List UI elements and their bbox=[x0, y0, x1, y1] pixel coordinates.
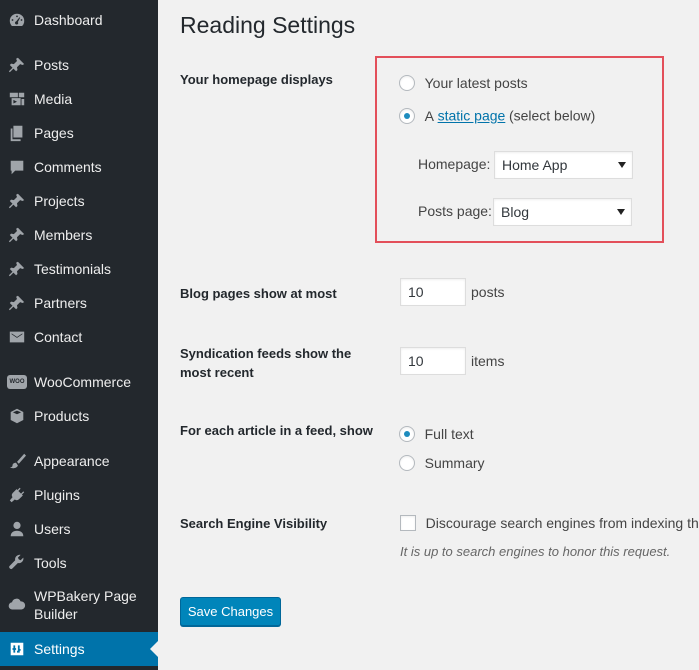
sidebar-item-settings[interactable]: Settings bbox=[0, 632, 158, 666]
settings-main: Reading Settings Your homepage displays … bbox=[158, 0, 699, 670]
user-icon bbox=[0, 512, 34, 546]
save-changes-button[interactable]: Save Changes bbox=[180, 597, 281, 626]
pages-icon bbox=[0, 116, 34, 150]
media-icon bbox=[0, 82, 34, 116]
homepage-select-value: Home App bbox=[502, 157, 568, 173]
posts-page-select-label: Posts page: bbox=[418, 203, 492, 219]
feed-article-label: For each article in a feed, show bbox=[180, 423, 373, 438]
pin-icon bbox=[0, 252, 34, 286]
summary-label: Summary bbox=[424, 454, 485, 471]
sidebar-item-woocommerce[interactable]: WOO WooCommerce bbox=[0, 365, 158, 399]
chevron-down-icon bbox=[617, 209, 625, 215]
sidebar-item-pages[interactable]: Pages bbox=[0, 116, 158, 150]
blog-pages-suffix: posts bbox=[471, 284, 505, 300]
settings-icon bbox=[0, 632, 34, 666]
option-static-page[interactable]: A static page (select below) bbox=[399, 107, 595, 124]
sidebar-item-label: Pages bbox=[34, 125, 74, 141]
cloud-icon bbox=[0, 588, 34, 622]
sidebar-item-dashboard[interactable]: Dashboard bbox=[0, 3, 158, 37]
static-page-link[interactable]: static page bbox=[438, 108, 506, 124]
static-page-radio[interactable] bbox=[399, 107, 415, 124]
sidebar-item-appearance[interactable]: Appearance bbox=[0, 444, 158, 478]
sidebar-item-label: Appearance bbox=[34, 453, 110, 469]
homepage-select[interactable]: Home App bbox=[494, 151, 633, 179]
sidebar-item-users[interactable]: Users bbox=[0, 512, 158, 546]
sidebar-item-members[interactable]: Members bbox=[0, 218, 158, 252]
sidebar-item-contact[interactable]: Contact bbox=[0, 320, 158, 354]
full-text-label: Full text bbox=[424, 425, 474, 442]
sidebar-item-tools[interactable]: Tools bbox=[0, 546, 158, 580]
posts-page-select-value: Blog bbox=[501, 204, 530, 220]
syndication-label: Syndication feeds show the most recent bbox=[180, 346, 352, 380]
blog-pages-label: Blog pages show at most bbox=[180, 286, 337, 301]
sidebar-item-label: Projects bbox=[34, 193, 85, 209]
sidebar-item-label: Users bbox=[34, 521, 71, 537]
sidebar-item-label: Dashboard bbox=[34, 12, 103, 28]
sidebar-item-label: Partners bbox=[34, 295, 87, 311]
sidebar-item-comments[interactable]: Comments bbox=[0, 150, 158, 184]
static-page-suffix: (select below) bbox=[508, 107, 596, 124]
sidebar-item-partners[interactable]: Partners bbox=[0, 286, 158, 320]
discourage-search-label: Discourage search engines from indexing … bbox=[425, 514, 699, 531]
dashboard-icon bbox=[0, 3, 34, 37]
brush-icon bbox=[0, 444, 34, 478]
syndication-input[interactable]: 10 bbox=[400, 347, 466, 375]
search-visibility-label: Search Engine Visibility bbox=[180, 516, 328, 531]
discourage-search-option[interactable]: Discourage search engines from indexing … bbox=[400, 514, 699, 531]
sidebar-item-wpbakery[interactable]: WPBakery Page Builder bbox=[0, 583, 158, 627]
mail-icon bbox=[0, 320, 34, 354]
sidebar-item-label: Settings bbox=[34, 641, 85, 657]
sidebar-item-media[interactable]: Media bbox=[0, 82, 158, 116]
sidebar-item-posts[interactable]: Posts bbox=[0, 48, 158, 82]
pin-icon bbox=[0, 218, 34, 252]
sidebar-item-plugins[interactable]: Plugins bbox=[0, 478, 158, 512]
posts-page-select[interactable]: Blog bbox=[493, 198, 632, 226]
summary-radio[interactable] bbox=[399, 454, 415, 471]
pin-icon bbox=[0, 48, 34, 82]
current-menu-arrow bbox=[150, 641, 158, 657]
discourage-search-checkbox[interactable] bbox=[400, 514, 416, 531]
syndication-suffix: items bbox=[471, 353, 505, 369]
latest-posts-label: Your latest posts bbox=[424, 74, 528, 91]
sidebar-item-label: Contact bbox=[34, 329, 83, 345]
comment-icon bbox=[0, 150, 34, 184]
sidebar-item-label: Media bbox=[34, 91, 73, 107]
option-latest-posts[interactable]: Your latest posts bbox=[399, 74, 528, 91]
sidebar-item-label: WooCommerce bbox=[34, 374, 131, 390]
sidebar-item-label: WPBakery Page Builder bbox=[34, 588, 137, 622]
latest-posts-radio[interactable] bbox=[399, 74, 415, 91]
sidebar-item-label: Plugins bbox=[34, 487, 80, 503]
sidebar-item-label: Tools bbox=[34, 555, 67, 571]
sidebar-item-label: Members bbox=[34, 227, 93, 243]
sidebar-item-label: Posts bbox=[34, 57, 70, 73]
option-summary[interactable]: Summary bbox=[399, 454, 485, 471]
full-text-radio[interactable] bbox=[399, 425, 415, 442]
homepage-select-label: Homepage: bbox=[418, 156, 491, 172]
sidebar-item-projects[interactable]: Projects bbox=[0, 184, 158, 218]
woocommerce-icon-text: WOO bbox=[7, 375, 27, 389]
sidebar-item-label: Testimonials bbox=[34, 261, 112, 277]
option-full-text[interactable]: Full text bbox=[399, 425, 474, 442]
sidebar-item-testimonials[interactable]: Testimonials bbox=[0, 252, 158, 286]
pin-icon bbox=[0, 286, 34, 320]
homepage-displays-label: Your homepage displays bbox=[180, 72, 333, 87]
sidebar-item-label: Products bbox=[34, 408, 90, 424]
admin-sidebar: Dashboard Posts Media Pages Comments Pro… bbox=[0, 0, 158, 670]
woocommerce-icon: WOO bbox=[0, 365, 34, 399]
blog-pages-input[interactable]: 10 bbox=[400, 278, 466, 306]
chevron-down-icon bbox=[618, 162, 626, 168]
sidebar-item-label: Comments bbox=[34, 159, 102, 175]
plug-icon bbox=[0, 478, 34, 512]
search-visibility-hint: It is up to search engines to honor this… bbox=[400, 544, 671, 559]
page-title: Reading Settings bbox=[180, 12, 356, 38]
sidebar-item-products[interactable]: Products bbox=[0, 399, 158, 433]
box-icon bbox=[0, 399, 34, 433]
pin-icon bbox=[0, 184, 34, 218]
wrench-icon bbox=[0, 546, 34, 580]
static-page-prefix: A bbox=[424, 107, 434, 124]
